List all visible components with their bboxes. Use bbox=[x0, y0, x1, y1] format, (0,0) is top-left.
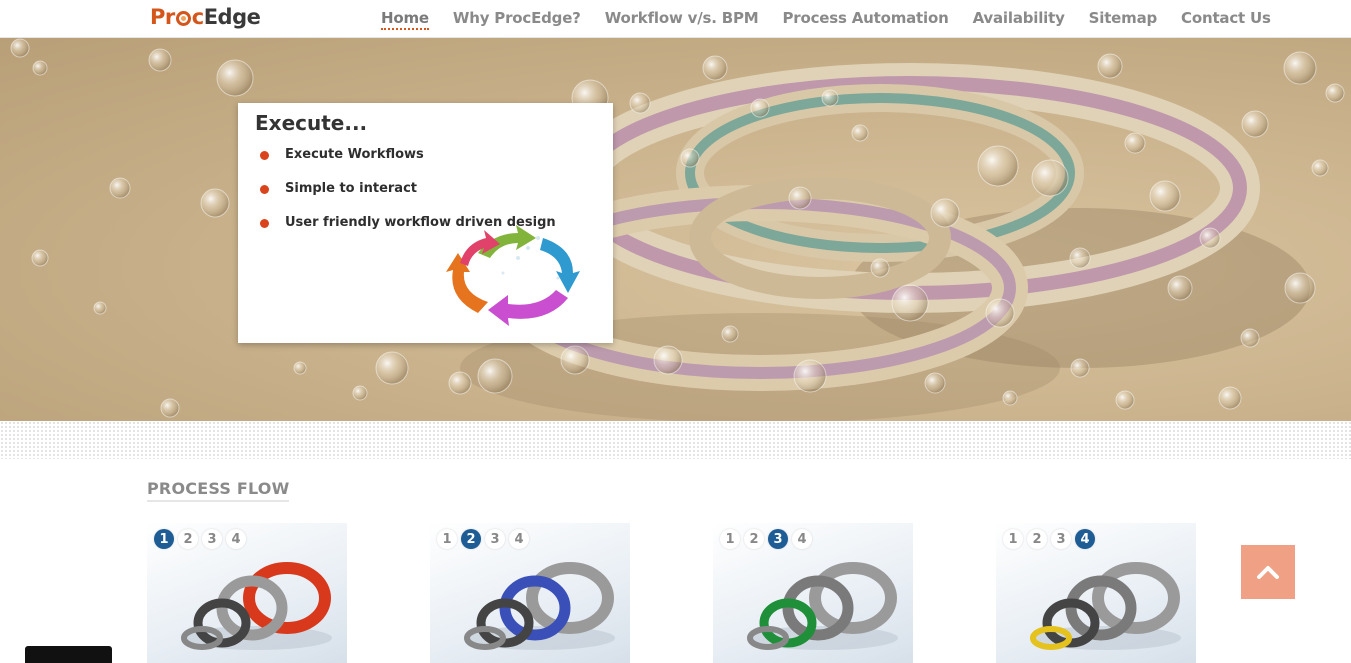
step-badge: 4 bbox=[226, 529, 246, 549]
scroll-to-top-button[interactable] bbox=[1241, 545, 1295, 599]
step-badge: 3 bbox=[1051, 529, 1071, 549]
slide-title: Execute... bbox=[255, 111, 368, 135]
nav-process-automation[interactable]: Process Automation bbox=[783, 9, 949, 30]
process-flow-heading: PROCESS FLOW bbox=[147, 479, 290, 502]
bullet-dot-icon bbox=[260, 185, 269, 194]
nav-availability[interactable]: Availability bbox=[973, 9, 1065, 30]
step-indicator: 1 2 3 4 bbox=[437, 529, 533, 549]
dotted-divider bbox=[0, 421, 1351, 459]
step-indicator: 1 2 3 4 bbox=[1003, 529, 1099, 549]
main-nav: Home Why ProcEdge? Workflow v/s. BPM Pro… bbox=[381, 9, 1295, 30]
step-indicator: 1 2 3 4 bbox=[154, 529, 250, 549]
step-badge: 4 bbox=[509, 529, 529, 549]
nav-home[interactable]: Home bbox=[381, 9, 429, 30]
logo-text-part2: c bbox=[191, 5, 204, 29]
rings-illustration-icon bbox=[181, 562, 332, 650]
hero-background-image bbox=[10, 38, 1345, 421]
logo-text-part1: Pr bbox=[150, 5, 175, 29]
step-badge: 1 bbox=[720, 529, 740, 549]
step-badge: 4 bbox=[1075, 529, 1095, 549]
rings-illustration-icon bbox=[1030, 562, 1181, 650]
logo-text-part3: Edge bbox=[203, 5, 261, 29]
nav-why-procedge[interactable]: Why ProcEdge? bbox=[453, 9, 581, 30]
nav-sitemap[interactable]: Sitemap bbox=[1089, 9, 1158, 30]
bottom-widget-tab[interactable] bbox=[25, 646, 112, 663]
site-header: Pr c Edge Home Why ProcEdge? Workflow v/… bbox=[0, 0, 1351, 38]
bullet-dot-icon bbox=[260, 151, 269, 160]
logo-ring-icon bbox=[175, 10, 191, 26]
process-flow-card-2[interactable]: 1 2 3 4 bbox=[430, 523, 630, 663]
step-badge: 2 bbox=[461, 529, 481, 549]
slide-caption-card: Execute... Execute Workflows Simple to i… bbox=[238, 103, 613, 343]
step-badge: 3 bbox=[485, 529, 505, 549]
step-badge: 1 bbox=[1003, 529, 1023, 549]
hero-slider[interactable]: Execute... Execute Workflows Simple to i… bbox=[0, 38, 1351, 421]
step-badge: 1 bbox=[154, 529, 174, 549]
nav-contact-us[interactable]: Contact Us bbox=[1181, 9, 1271, 30]
step-badge: 4 bbox=[792, 529, 812, 549]
procedge-logo[interactable]: Pr c Edge bbox=[150, 5, 261, 29]
slide-bullet-text: Simple to interact bbox=[285, 181, 417, 196]
step-badge: 3 bbox=[202, 529, 222, 549]
step-indicator: 1 2 3 4 bbox=[720, 529, 816, 549]
step-badge: 3 bbox=[768, 529, 788, 549]
process-flow-card-1[interactable]: 1 2 3 4 bbox=[147, 523, 347, 663]
rings-illustration-icon bbox=[747, 562, 898, 650]
chevron-up-icon bbox=[1257, 566, 1279, 579]
step-badge: 2 bbox=[178, 529, 198, 549]
step-badge: 1 bbox=[437, 529, 457, 549]
step-badge: 2 bbox=[744, 529, 764, 549]
step-badge: 2 bbox=[1027, 529, 1047, 549]
nav-workflow-vs-bpm[interactable]: Workflow v/s. BPM bbox=[605, 9, 759, 30]
bullet-dot-icon bbox=[260, 219, 269, 228]
slide-bullet-item: Execute Workflows bbox=[260, 147, 556, 181]
rings-illustration-icon bbox=[464, 562, 615, 650]
process-flow-card-4[interactable]: 1 2 3 4 bbox=[996, 523, 1196, 663]
workflow-cycle-icon bbox=[446, 225, 580, 326]
slide-bullet-text: Execute Workflows bbox=[285, 147, 424, 162]
process-flow-card-3[interactable]: 1 2 3 4 bbox=[713, 523, 913, 663]
